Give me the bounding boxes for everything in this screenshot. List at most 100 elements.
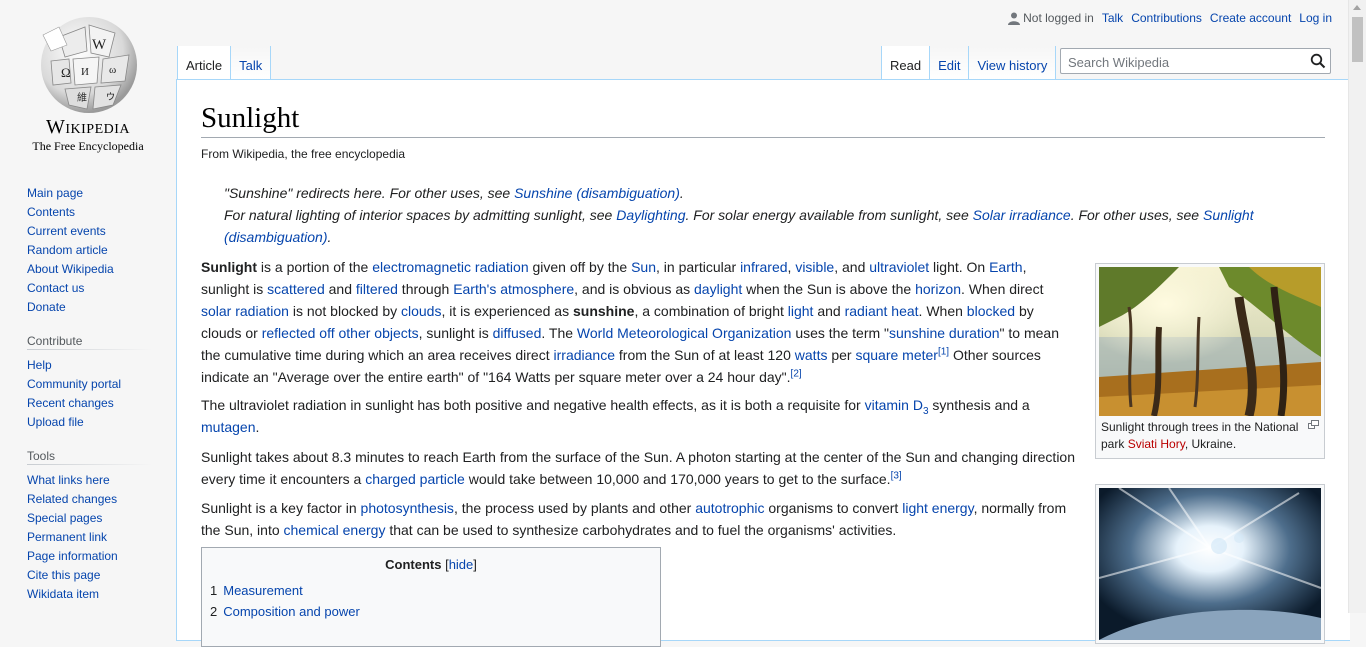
article-link[interactable]: photosynthesis xyxy=(361,500,454,516)
article-link[interactable]: radiant heat xyxy=(845,303,919,319)
toc-heading: Contents xyxy=(385,557,442,572)
link-sviati-hory[interactable]: Sviati Hory xyxy=(1128,437,1185,451)
sidebar-item-donate[interactable]: Donate xyxy=(27,300,66,314)
paragraph-text: , sunlight is xyxy=(418,325,493,341)
toc-number: 1 xyxy=(210,583,218,598)
paragraph-text: , and xyxy=(834,259,870,275)
scrollbar-thumb[interactable] xyxy=(1352,17,1363,62)
toc-number: 2 xyxy=(210,604,218,619)
article-link[interactable]: mutagen xyxy=(201,419,255,435)
article-link[interactable]: visible xyxy=(795,259,834,275)
sidebar-item-contents[interactable]: Contents xyxy=(27,205,75,219)
paragraph-intro: Sun light is a portion of the electromagn… xyxy=(201,256,1061,388)
sidebar-item-recent-changes[interactable]: Recent changes xyxy=(27,396,114,410)
thumbnail-trees: Sunlight through trees in the National p… xyxy=(1095,263,1325,459)
article-link[interactable]: reflected off other objects xyxy=(262,325,419,341)
article-link[interactable]: light xyxy=(788,303,814,319)
paragraph-text: organisms to convert xyxy=(764,500,903,516)
hatnote-text: . xyxy=(679,185,684,201)
paragraph-text: and xyxy=(813,303,845,319)
tab-edit[interactable]: Edit xyxy=(930,46,970,80)
hatnote-sunshine: "Sunshine" redirects here. For other use… xyxy=(224,182,1274,204)
article-link[interactable]: chemical energy xyxy=(284,522,386,538)
sidebar-item-what-links-here[interactable]: What links here xyxy=(27,473,110,487)
magnify-icon[interactable] xyxy=(1308,420,1319,429)
article-link[interactable]: horizon xyxy=(915,281,961,297)
link-solar-irradiance[interactable]: Solar irradiance xyxy=(973,207,1071,223)
article-link[interactable]: irradiance xyxy=(554,347,615,363)
paragraph-text: that can be used to synthesize carbohydr… xyxy=(385,522,897,538)
create-account-link[interactable]: Create account xyxy=(1210,11,1291,25)
sidebar-item-current-events[interactable]: Current events xyxy=(27,224,106,238)
citation-link[interactable]: [1] xyxy=(938,346,949,357)
sidebar-item-random-article[interactable]: Random article xyxy=(27,243,108,257)
article-link[interactable]: sunshine duration xyxy=(889,325,1000,341)
toc-link-measurement[interactable]: Measurement xyxy=(223,583,302,598)
wikipedia-logo[interactable]: W Ω И ω 維 ゥ Wikipedia The Free Encyclope… xyxy=(0,0,176,160)
login-link[interactable]: Log in xyxy=(1299,11,1332,25)
citation-link[interactable]: [2] xyxy=(791,368,802,379)
search-input[interactable] xyxy=(1066,50,1300,74)
sun-from-space-image[interactable] xyxy=(1099,488,1321,640)
sidebar-item-permanent-link[interactable]: Permanent link xyxy=(27,530,107,544)
search-icon[interactable] xyxy=(1310,53,1326,69)
scroll-up-arrow-icon[interactable] xyxy=(1353,5,1361,10)
article-link[interactable]: autotrophic xyxy=(695,500,764,516)
personal-talk-link[interactable]: Talk xyxy=(1102,11,1123,25)
svg-text:W: W xyxy=(92,37,107,53)
sidebar-item-related-changes[interactable]: Related changes xyxy=(27,492,117,506)
article-link[interactable]: clouds xyxy=(401,303,441,319)
personal-contributions-link[interactable]: Contributions xyxy=(1131,11,1202,25)
scrollbar[interactable] xyxy=(1348,0,1366,613)
article-link[interactable]: scattered xyxy=(267,281,325,297)
paragraph-text: , the process used by plants and other xyxy=(453,500,696,516)
paragraph-text: is a portion of the xyxy=(257,259,373,275)
sidebar-item-page-information[interactable]: Page information xyxy=(27,549,118,563)
article-link[interactable]: electromagnetic radiation xyxy=(372,259,528,275)
tab-read[interactable]: Read xyxy=(881,46,931,80)
sidebar-heading-contribute: Contribute xyxy=(27,334,152,350)
article-link[interactable]: Earth xyxy=(989,259,1022,275)
sidebar-item-community-portal[interactable]: Community portal xyxy=(27,377,121,391)
article-link[interactable]: daylight xyxy=(694,281,742,297)
sidebar-item-cite-this-page[interactable]: Cite this page xyxy=(27,568,100,582)
article-link[interactable]: blocked xyxy=(967,303,1015,319)
not-logged-in-text: Not logged in xyxy=(1023,11,1094,25)
sidebar-item-about[interactable]: About Wikipedia xyxy=(27,262,114,276)
article-link[interactable]: Earth's atmosphere xyxy=(453,281,574,297)
article-link[interactable]: infrared xyxy=(740,259,787,275)
sidebar-item-wikidata-item[interactable]: Wikidata item xyxy=(27,587,99,601)
toc-link-composition[interactable]: Composition and power xyxy=(223,604,360,619)
article-link[interactable]: Sun xyxy=(631,259,656,275)
citation-link[interactable]: [3] xyxy=(891,470,902,481)
article-link[interactable]: watts xyxy=(795,347,828,363)
tab-article[interactable]: Article xyxy=(177,46,232,80)
sidebar-item-help[interactable]: Help xyxy=(27,358,52,372)
article-link[interactable]: square meter xyxy=(855,347,937,363)
article-link[interactable]: filtered xyxy=(356,281,398,297)
article-link[interactable]: vitamin D xyxy=(865,397,923,413)
link-sunshine-disambiguation[interactable]: Sunshine (disambiguation) xyxy=(514,185,680,201)
sidebar-item-special-pages[interactable]: Special pages xyxy=(27,511,102,525)
article-link[interactable]: solar radiation xyxy=(201,303,289,319)
sidebar-item-main-page[interactable]: Main page xyxy=(27,186,83,200)
sidebar-item-contact[interactable]: Contact us xyxy=(27,281,84,295)
article-link[interactable]: light energy xyxy=(902,500,973,516)
paragraph-text: would take between 10,000 and 170,000 ye… xyxy=(464,471,891,487)
paragraph-text: uses the term " xyxy=(791,325,889,341)
link-daylighting[interactable]: Daylighting xyxy=(616,207,685,223)
article-link[interactable]: charged particle xyxy=(365,471,465,487)
article-link[interactable]: diffused xyxy=(493,325,542,341)
article-link[interactable]: World Meteorological Organization xyxy=(577,325,792,341)
article-link[interactable]: ultraviolet xyxy=(869,259,929,275)
tab-talk[interactable]: Talk xyxy=(231,46,272,80)
hatnote-text: . For other uses, see xyxy=(1070,207,1203,223)
hatnote-text: . For solar energy available from sunlig… xyxy=(685,207,973,223)
sunlight-trees-image[interactable] xyxy=(1099,267,1321,416)
toc-hide-toggle[interactable]: hide xyxy=(449,557,474,572)
paragraph-travel-time: Sunlight takes about 8.3 minutes to reac… xyxy=(201,446,1081,490)
tab-view-history[interactable]: View history xyxy=(969,46,1057,80)
citation: [2] xyxy=(791,368,802,379)
sidebar-item-upload-file[interactable]: Upload file xyxy=(27,415,84,429)
namespace-tabs: Article Talk xyxy=(177,46,272,80)
